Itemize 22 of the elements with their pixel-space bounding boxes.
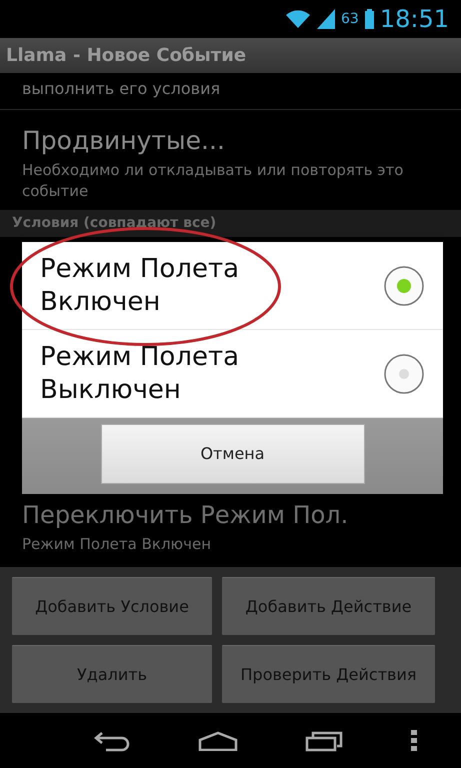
battery-level: 63 bbox=[341, 10, 359, 28]
battery-icon bbox=[364, 9, 374, 29]
recent-apps-icon[interactable] bbox=[305, 730, 344, 752]
app-title: Llama - Новое Событие bbox=[6, 44, 246, 68]
signal-icon bbox=[317, 9, 335, 29]
list-item-subtitle: Режим Полета Включен bbox=[22, 534, 212, 554]
action-button[interactable]: Добавить Условие bbox=[12, 577, 212, 635]
radio-option[interactable]: Режим Полета Включен bbox=[22, 242, 443, 330]
home-icon[interactable] bbox=[198, 730, 238, 750]
action-button[interactable]: Удалить bbox=[12, 645, 212, 703]
back-icon[interactable] bbox=[94, 730, 130, 752]
list-item-subtitle: выполнить его условия bbox=[0, 73, 461, 110]
clock-time: 18:51 bbox=[380, 4, 449, 35]
list-item-title[interactable]: Продвинутые... bbox=[22, 122, 439, 160]
section-header: Условия (совпадают все) bbox=[0, 210, 461, 236]
wifi-icon bbox=[285, 9, 311, 29]
menu-icon[interactable] bbox=[411, 730, 418, 752]
list-item-subtitle: Необходимо ли откладывать или повторять это событие bbox=[22, 160, 404, 202]
action-button[interactable]: Добавить Действие bbox=[222, 577, 435, 635]
cancel-button[interactable]: Отмена bbox=[100, 424, 364, 484]
action-button[interactable]: Проверить Действия bbox=[222, 645, 435, 703]
list-item-title[interactable]: Переключить Режим Пол. bbox=[22, 502, 439, 528]
